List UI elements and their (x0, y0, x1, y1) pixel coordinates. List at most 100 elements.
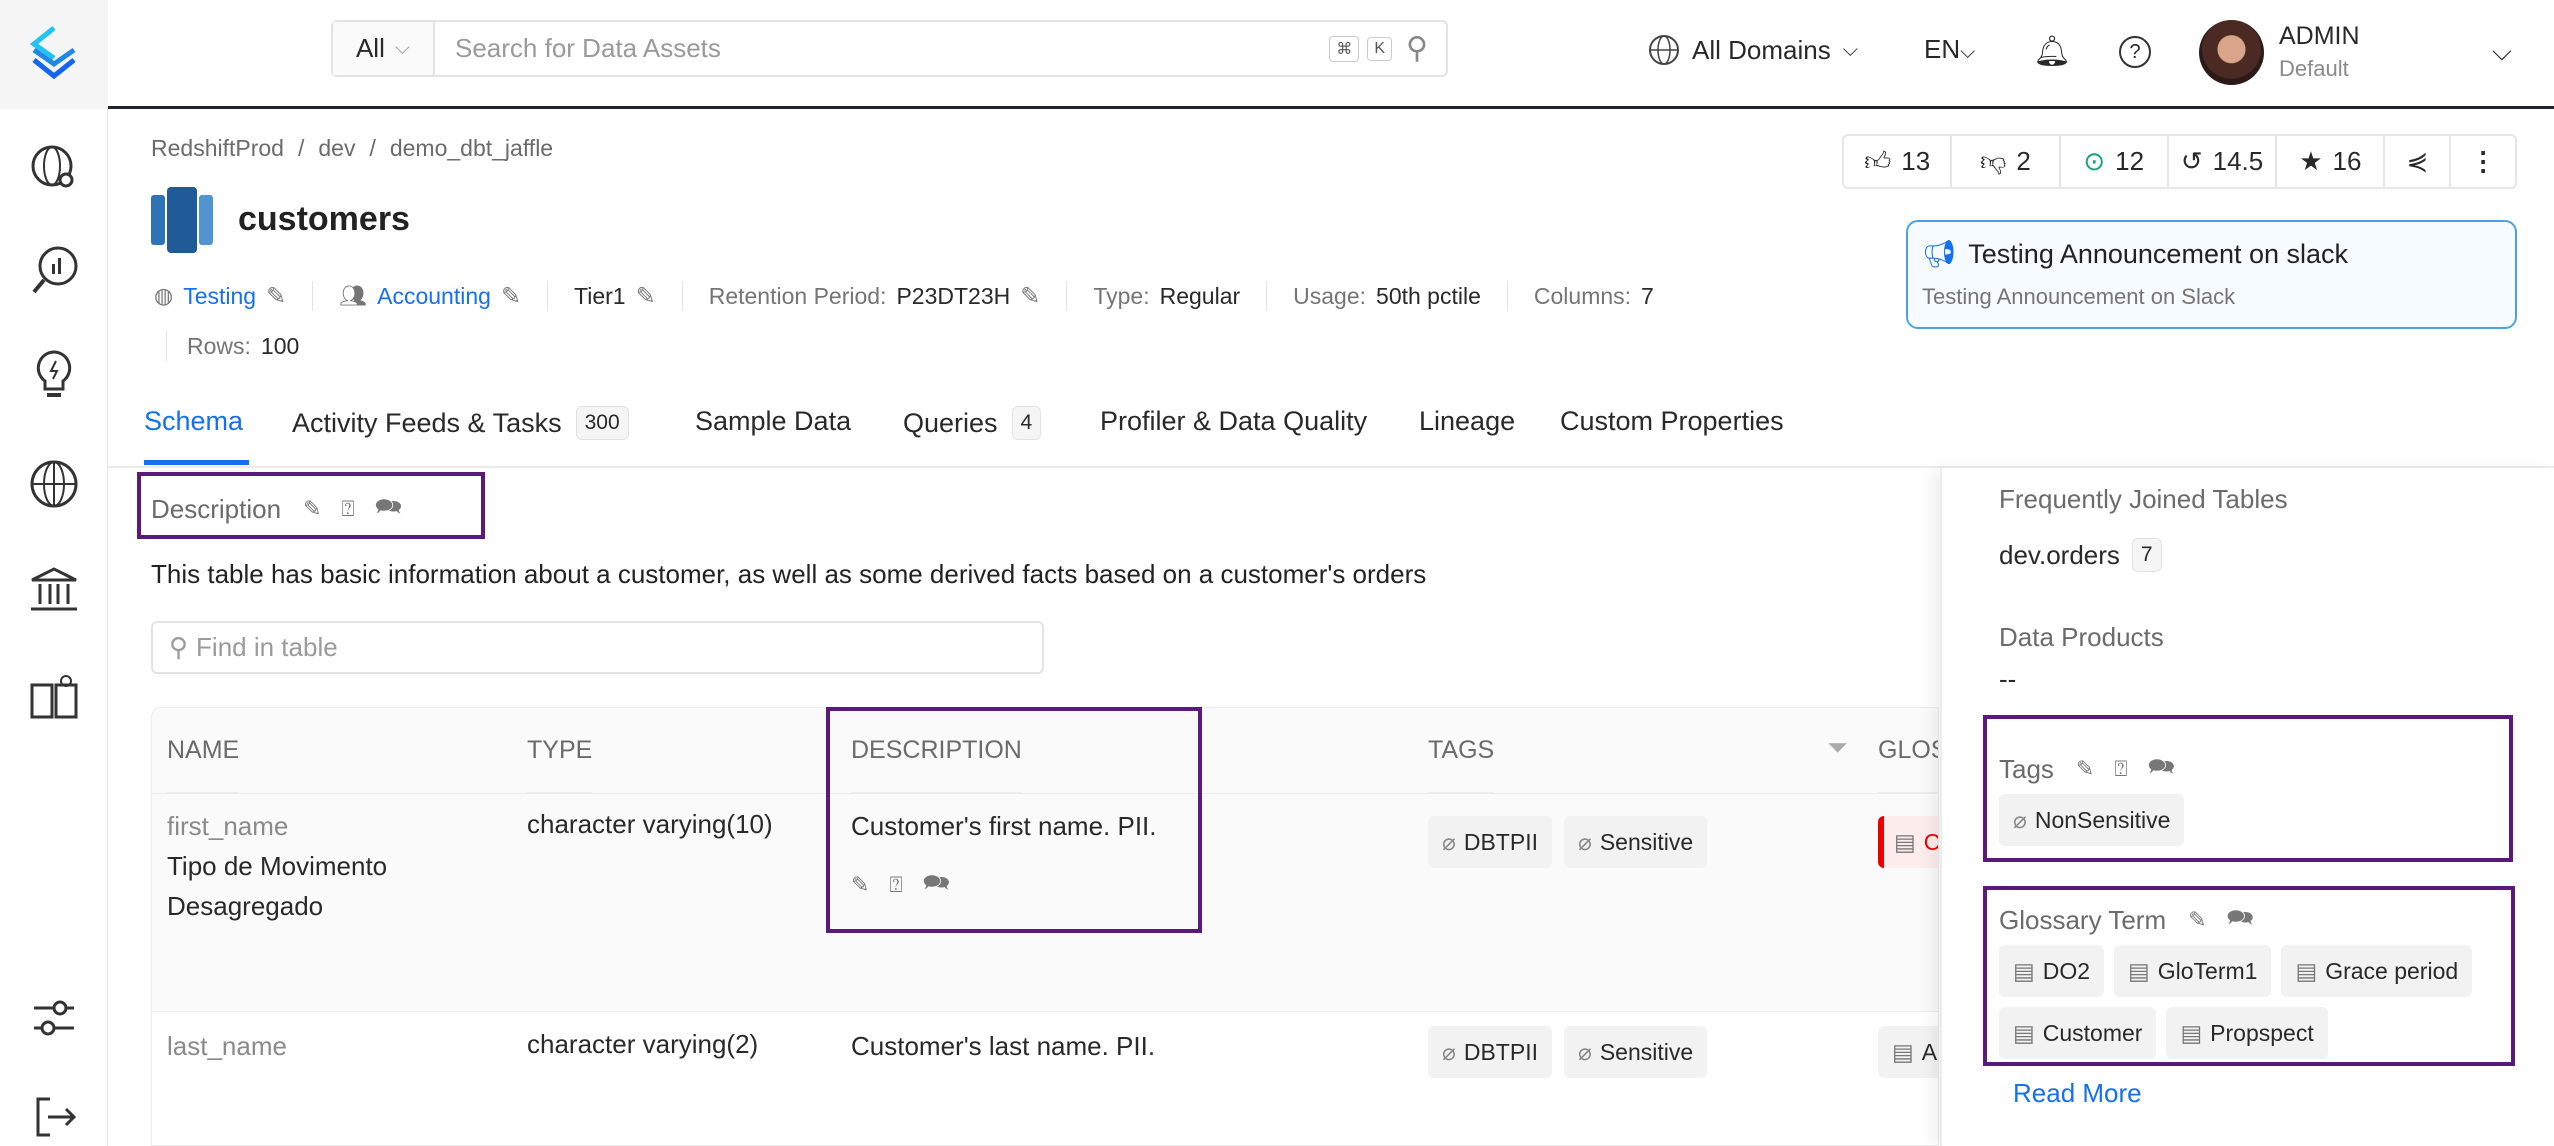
tag-chip[interactable]: ⌀ NonSensitive (1999, 794, 2185, 846)
star-button[interactable]: ★ 16 (2277, 136, 2386, 187)
entity-actions: 👍︎ 13 👎︎ 2 ⊙ 12 ↺ 14.5 ★ 16 ⋞ ⋮ (1842, 134, 2517, 189)
conversation-icon[interactable]: 🗪︎ (375, 490, 402, 528)
find-placeholder: Find in table (196, 632, 338, 662)
edit-icon[interactable]: ✎ (2076, 756, 2094, 782)
glossary-label: Grace period (2325, 957, 2459, 984)
glossary-chip[interactable]: ▤ DO2 (1999, 945, 2105, 997)
domain-selector[interactable]: All Domains ⌵ (1648, 34, 1858, 66)
request-tags-icon[interactable]: ⍰ (2114, 756, 2127, 782)
tab-custom-properties[interactable]: Custom Properties (1560, 406, 1784, 437)
avatar[interactable] (2199, 20, 2264, 85)
read-more-link[interactable]: Read More (2013, 1078, 2142, 1109)
owner-link[interactable]: Accounting (377, 283, 491, 310)
thumbs-up-icon: 👍︎ (1864, 146, 1892, 176)
domain-link[interactable]: Testing (183, 283, 256, 310)
user-role: Default (2279, 56, 2349, 81)
logout-icon[interactable] (28, 1091, 80, 1143)
domains-globe-icon[interactable] (28, 458, 80, 510)
kbd-cmd: ⌘ (1329, 35, 1360, 62)
logo-icon (29, 26, 76, 80)
tab-activity-feeds[interactable]: Activity Feeds & Tasks 300 (292, 406, 629, 440)
downvote-count: 2 (2016, 146, 2031, 176)
notifications-bell-icon[interactable]: 🔔︎ (2033, 34, 2071, 69)
glossary-label: DO2 (2042, 957, 2091, 984)
share-button[interactable]: ⋞ (2385, 136, 2452, 187)
tab-queries[interactable]: Queries 4 (903, 406, 1042, 440)
glossary-label: Customer (2042, 1019, 2143, 1046)
rows-label: Rows: (187, 332, 251, 359)
conversation-icon[interactable]: 🗪︎ (2227, 901, 2254, 939)
column-header-tags: TAGS (1428, 708, 1495, 793)
version-value: 14.5 (2212, 146, 2264, 176)
edit-domain-icon[interactable]: ✎ (266, 282, 286, 311)
tab-schema[interactable]: Schema (144, 406, 243, 437)
column-name: first_name (167, 811, 289, 841)
explore-icon[interactable] (28, 142, 80, 194)
search-icon[interactable]: ⚲ (1406, 31, 1428, 66)
tag-chip[interactable]: ⌀ Sensitive (1563, 1026, 1708, 1078)
edit-icon[interactable]: ✎ (303, 496, 321, 522)
glossary-chip[interactable]: ▤ GloTerm1 (2114, 945, 2272, 997)
help-icon[interactable]: ? (2119, 36, 2151, 68)
tab-lineage[interactable]: Lineage (1419, 406, 1515, 437)
follow-icon: ⊙ (2083, 146, 2106, 176)
tab-profiler[interactable]: Profiler & Data Quality (1100, 406, 1367, 437)
edit-icon[interactable]: ✎ (2188, 907, 2206, 933)
search-bar[interactable]: All ⌵ Search for Data Assets ⌘ K ⚲ (331, 20, 1448, 77)
tag-chip[interactable]: ⌀ Sensitive (1563, 816, 1708, 868)
glossary-chip[interactable]: ▤ Customer (1999, 1007, 2157, 1059)
column-tags: ⌀ DBTPII ⌀ Sensitive (1428, 816, 1708, 868)
joined-count-badge: 7 (2131, 538, 2162, 572)
language-selector[interactable]: EN⌵ (1924, 34, 1975, 65)
glossary-chip[interactable]: ▤ Grace period (2281, 945, 2473, 997)
column-header-glossary: GLOS (1878, 708, 1938, 793)
breadcrumb-separator: / (369, 135, 376, 161)
tag-chip[interactable]: ⌀ DBTPII (1428, 1026, 1552, 1078)
joined-table-item[interactable]: dev.orders 7 (1999, 538, 2162, 572)
glossary-chip[interactable]: ▤ Ac (1878, 1026, 1938, 1078)
search-scope-select[interactable]: All ⌵ (333, 22, 435, 75)
tab-sample-data[interactable]: Sample Data (695, 406, 851, 437)
tag-label: DBTPII (1463, 1038, 1538, 1065)
breadcrumb-schema[interactable]: demo_dbt_jaffle (390, 135, 553, 162)
tag-icon: ⌀ (1577, 828, 1592, 855)
retention-label: Retention Period: (708, 282, 887, 309)
glossary-chip[interactable]: ▤ Propspect (2166, 1007, 2328, 1059)
kbd-k: K (1367, 36, 1393, 61)
observability-bulb-icon[interactable] (28, 349, 80, 401)
announcement-card[interactable]: 📢︎ Testing Announcement on slack Testing … (1906, 220, 2517, 329)
find-in-table-input[interactable]: ⚲ Find in table (151, 621, 1044, 674)
breadcrumb-service[interactable]: RedshiftProd (151, 135, 284, 162)
breadcrumb-separator: / (297, 135, 305, 161)
more-button[interactable]: ⋮ (2451, 136, 2515, 187)
version-button[interactable]: ↺ 14.5 (2169, 136, 2278, 187)
joined-table-link[interactable]: dev.orders (1999, 540, 2120, 571)
user-name: ADMIN (2279, 22, 2360, 50)
request-description-icon[interactable]: ⍰ (342, 496, 355, 522)
tag-chip[interactable]: ⌀ DBTPII (1428, 816, 1552, 868)
user-menu-chevron-icon[interactable]: ⌵ (2492, 36, 2512, 68)
glossary-chip[interactable]: ▤ C (1878, 816, 1938, 868)
app-logo[interactable] (0, 0, 108, 109)
tag-label: DBTPII (1463, 828, 1538, 855)
globe-icon (1649, 35, 1679, 65)
upvote-button[interactable]: 👍︎ 13 (1844, 136, 1953, 187)
conversation-icon[interactable]: 🗪︎ (2148, 750, 2175, 788)
governance-icon[interactable] (28, 564, 80, 616)
breadcrumb-database[interactable]: dev (318, 135, 355, 162)
page-title: customers (238, 200, 410, 238)
knowledge-book-icon[interactable] (28, 671, 80, 723)
edit-retention-icon[interactable]: ✎ (1020, 282, 1040, 311)
edit-owner-icon[interactable]: ✎ (501, 282, 521, 311)
downvote-button[interactable]: 👎︎ 2 (1952, 136, 2061, 187)
filter-icon[interactable]: ⏷ (1827, 732, 1848, 764)
glossary-icon: ▤ (2295, 957, 2318, 984)
glossary-label: Ac (1921, 1038, 1938, 1065)
settings-sliders-icon[interactable] (28, 992, 80, 1044)
follow-button[interactable]: ⊙ 12 (2061, 136, 2169, 187)
tag-label: Sensitive (1599, 828, 1694, 855)
edit-tier-icon[interactable]: ✎ (636, 282, 656, 311)
search-input[interactable]: Search for Data Assets (435, 33, 1329, 64)
glossary-icon: ▤ (1894, 828, 1916, 855)
data-insights-icon[interactable] (28, 244, 80, 296)
